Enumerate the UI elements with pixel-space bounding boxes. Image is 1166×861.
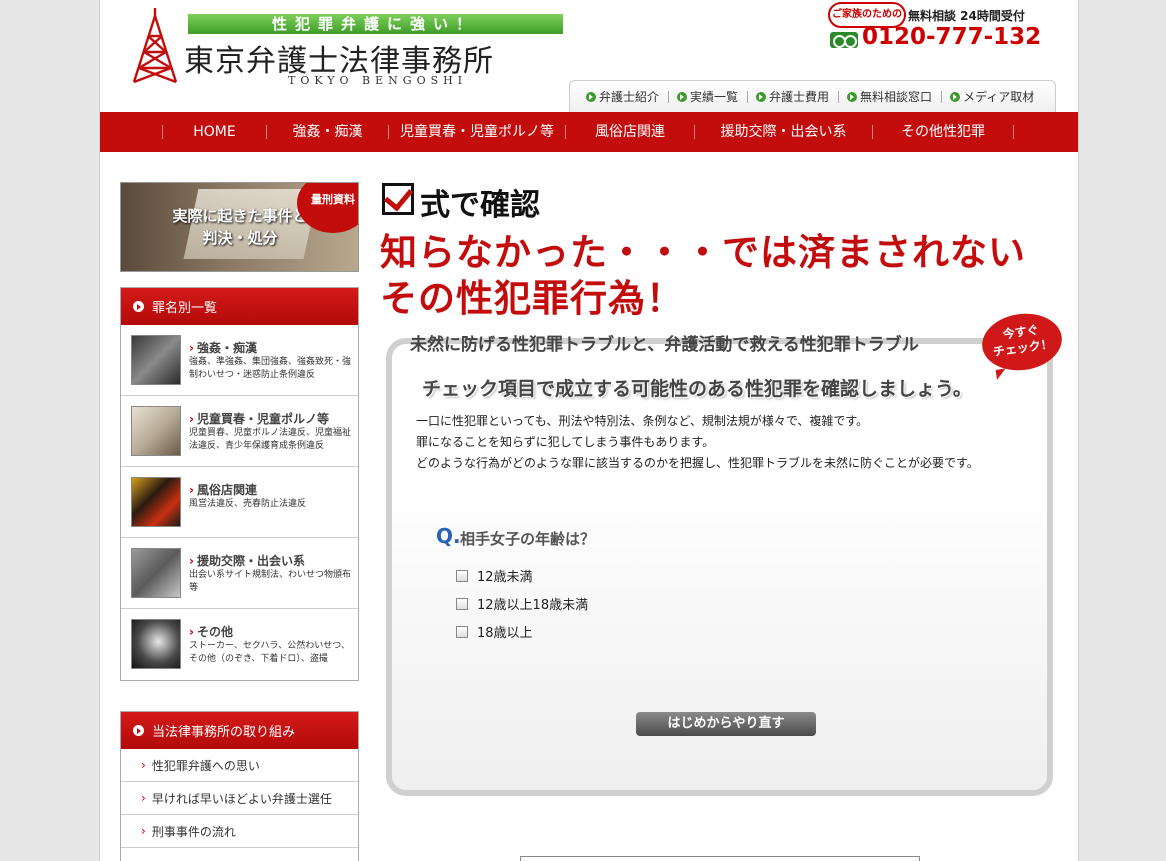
subnav-label: 弁護士紹介 — [599, 89, 660, 104]
logo-tagline: 性犯罪弁護に強い！ — [188, 14, 563, 34]
crimes-title: 罪名別一覧 — [152, 301, 218, 316]
crime-item-child[interactable]: › 児童買春・児童ポルノ等 児童買春、児童ポルノ法違反、児童福祉法違反、青少年保護… — [121, 396, 358, 467]
green-arrow-icon — [950, 91, 961, 102]
option-label: 12歳未満 — [477, 570, 533, 585]
tower-icon — [132, 8, 178, 84]
sentencing-banner[interactable]: 実際に起きた事件と 判決・処分 量刑資料 — [120, 182, 359, 272]
white-arrow-icon — [133, 725, 144, 736]
efforts-title: 当法律事務所の取り組み — [152, 725, 296, 740]
nav-child-prostitution[interactable]: 児童買春・児童ポルノ等 — [388, 125, 565, 139]
question-mark: Q. — [436, 524, 461, 548]
crime-desc: 風営法違反、売春防止法違反 — [189, 499, 307, 509]
banner-text-line: 判決・処分 — [202, 229, 278, 247]
nav-sex-business[interactable]: 風俗店関連 — [565, 125, 694, 139]
panel-text-line: 罪になることを知らずに犯してしまう事件もあります。 — [416, 435, 715, 449]
subnav-label: 弁護士費用 — [769, 89, 830, 104]
green-arrow-icon — [756, 91, 767, 102]
check-panel: チェック項目で成立する可能性のある性犯罪を確認しましょう。 一口に性犯罪といって… — [386, 338, 1053, 796]
main-navigation: HOME 強姦・痴漢 児童買春・児童ポルノ等 風俗店関連 援助交際・出会い系 そ… — [100, 112, 1078, 152]
subnav-fees[interactable]: 弁護士費用 — [756, 89, 840, 104]
restart-button[interactable]: はじめからやり直す — [636, 712, 816, 736]
headline: その性犯罪行為！ — [380, 277, 684, 320]
option-label: 12歳以上18歳未満 — [477, 598, 589, 613]
question-text: 相手女子の年齢は？ — [460, 530, 596, 548]
efforts-box: 当法律事務所の取り組み › 性犯罪弁護への思い › 早ければ早いほどよい弁護士選任 … — [120, 711, 359, 861]
phone-number[interactable]: 0120-777-132 — [862, 24, 1041, 50]
panel-text-line: 一口に性犯罪といっても、刑法や特別法、条例など、規制法規が様々で、複雑です。 — [416, 414, 869, 428]
banner-text-line: 実際に起きた事件と — [172, 207, 308, 225]
nav-dating[interactable]: 援助交際・出会い系 — [694, 125, 872, 139]
option-18-plus[interactable]: 18歳以上 — [456, 622, 533, 641]
crime-item-other[interactable]: › その他 ストーカー、セクハラ、公然わいせつ、その他（のぞき、下着ドロ）、盗撮 — [121, 609, 358, 680]
sub-navigation: 弁護士紹介 実績一覧 弁護士費用 無料相談窓口 メディア取材 — [569, 80, 1056, 112]
thumbnail — [131, 548, 181, 598]
subnav-media[interactable]: メディア取材 — [950, 91, 1043, 103]
panel-text: 一口に性犯罪といっても、刑法や特別法、条例など、規制法規が様々で、複雑です。 罪… — [416, 411, 979, 474]
crime-title: › 強姦・痴漢 — [189, 341, 257, 355]
crime-item-dating[interactable]: › 援助交際・出会い系 出会い系サイト規制法、わいせつ物頒布等 — [121, 538, 358, 609]
sub-heading: 式で確認 — [420, 188, 540, 223]
subnav-lawyers[interactable]: 弁護士紹介 — [586, 89, 670, 104]
crime-desc: 児童買春、児童ポルノ法違反、児童福祉法違反、青少年保護育成条例違反 — [189, 428, 352, 451]
green-arrow-icon — [677, 91, 688, 102]
crime-title: › 児童買春・児童ポルノ等 — [189, 412, 329, 426]
nav-rape-molestation[interactable]: 強姦・痴漢 — [266, 125, 388, 139]
subnav-results[interactable]: 実績一覧 — [677, 89, 749, 104]
option-12-to-18[interactable]: 12歳以上18歳未満 — [456, 594, 588, 613]
site-logo[interactable]: 性犯罪弁護に強い！ 東京弁護士法律事務所 TOKYO BENGOSHI — [128, 6, 578, 87]
crime-title: › 援助交際・出会い系 — [189, 554, 305, 568]
subnav-label: 実績一覧 — [690, 89, 739, 104]
thumbnail — [131, 477, 181, 527]
green-arrow-icon — [847, 91, 858, 102]
free-consult-label: 無料相談 24時間受付 — [908, 9, 1025, 23]
crime-title: › その他 — [189, 625, 233, 639]
subnav-label: メディア取材 — [963, 89, 1035, 104]
efforts-header: 当法律事務所の取り組み — [121, 712, 358, 749]
freedial-icon — [830, 32, 858, 48]
panel-text-line: どのような行為がどのような罪に該当するのかを把握し、性犯罪トラブルを未然に防ぐこ… — [416, 456, 979, 470]
nav-other-crimes[interactable]: その他性犯罪 — [872, 125, 1014, 139]
crimes-box: 罪名別一覧 › 強姦・痴漢 強姦、準強姦、集団強姦、強姦致死・強制わいせつ・迷惑防… — [120, 287, 359, 681]
option-checkbox[interactable] — [456, 625, 468, 638]
firm-name-en: TOKYO BENGOSHI — [288, 74, 468, 87]
bottom-frame — [520, 856, 920, 861]
option-label: 18歳以上 — [477, 626, 533, 641]
thumbnail — [131, 335, 181, 385]
efforts-link[interactable]: › 早ければ早いほどよい弁護士選任 — [121, 782, 358, 815]
panel-title: チェック項目で成立する可能性のある性犯罪を確認しましょう。 — [422, 378, 972, 400]
efforts-link[interactable]: › 性犯罪弁護への思い — [121, 749, 358, 782]
subnav-consultation[interactable]: 無料相談窓口 — [847, 89, 943, 104]
checkbox-icon — [382, 183, 414, 215]
page: 性犯罪弁護に強い！ 東京弁護士法律事務所 TOKYO BENGOSHI ご家族の… — [99, 0, 1079, 861]
crime-item-sex-business[interactable]: › 風俗店関連 風営法違反、売春防止法違反 — [121, 467, 358, 538]
subnav-label: 無料相談窓口 — [860, 89, 933, 104]
crime-title: › 風俗店関連 — [189, 483, 257, 497]
lead-text: 未然に防げる性犯罪トラブルと、弁護活動で救える性犯罪トラブル — [410, 335, 919, 355]
option-under-12[interactable]: 12歳未満 — [456, 566, 533, 585]
efforts-link[interactable]: › 刑事事件の流れ — [121, 815, 358, 848]
banner-text: 実際に起きた事件と 判決・処分 — [165, 205, 315, 249]
thumbnail — [131, 619, 181, 669]
option-checkbox[interactable] — [456, 569, 468, 582]
white-arrow-icon — [133, 301, 144, 312]
crime-desc: ストーカー、セクハラ、公然わいせつ、その他（のぞき、下着ドロ）、盗撮 — [189, 641, 350, 664]
efforts-link[interactable] — [121, 848, 358, 861]
contact-block[interactable]: ご家族のための 無料相談 24時間受付 0120-777-132 — [828, 2, 1048, 54]
crime-desc: 出会い系サイト規制法、わいせつ物頒布等 — [189, 570, 352, 593]
crime-item-rape[interactable]: › 強姦・痴漢 強姦、準強姦、集団強姦、強姦致死・強制わいせつ・迷惑防止条例違反 — [121, 325, 358, 396]
nav-home[interactable]: HOME — [162, 125, 266, 139]
green-arrow-icon — [586, 91, 596, 102]
thumbnail — [131, 406, 181, 456]
option-checkbox[interactable] — [456, 597, 468, 610]
crime-desc: 強姦、準強姦、集団強姦、強姦致死・強制わいせつ・迷惑防止条例違反 — [189, 357, 352, 380]
crimes-header: 罪名別一覧 — [121, 288, 358, 325]
